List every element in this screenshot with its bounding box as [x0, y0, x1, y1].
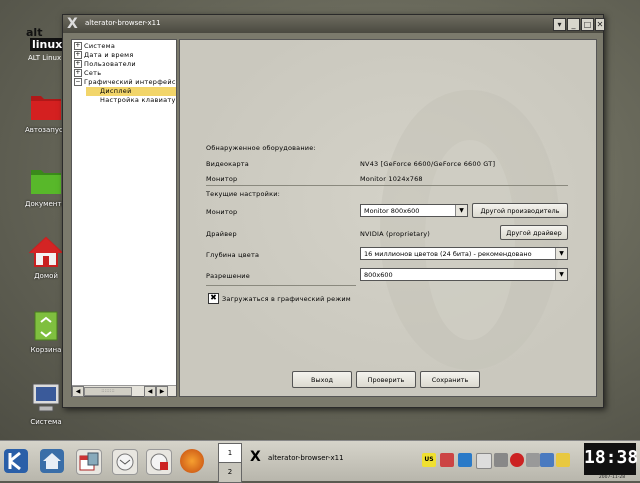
save-button[interactable]: Сохранить: [420, 371, 480, 388]
close-button[interactable]: ✕: [595, 18, 605, 31]
tree-item-keyboard[interactable]: Настройка клавиатуры: [100, 96, 176, 105]
tree-item-label: Дисплей: [100, 87, 132, 95]
display-settings-panel: Обнаруженное оборудование: Видеокарта NV…: [179, 39, 597, 397]
computer-icon: [29, 382, 63, 414]
current-settings-heading: Текущие настройки:: [206, 190, 281, 198]
kde-menu-icon[interactable]: [4, 449, 28, 473]
calendar-icon[interactable]: [76, 449, 102, 475]
alt-linux-logo[interactable]: alt linux ALT Linux: [18, 20, 66, 62]
tree-item-network[interactable]: + Сеть: [72, 69, 101, 78]
expand-icon[interactable]: +: [74, 60, 82, 68]
tree-item-system[interactable]: + Система: [72, 42, 115, 51]
expand-icon[interactable]: +: [74, 42, 82, 50]
detected-hardware-heading: Обнаруженное оборудование:: [206, 144, 316, 152]
color-depth-select-value: 16 миллионов цветов (24 бита) - рекоменд…: [364, 250, 532, 258]
color-depth-select[interactable]: 16 миллионов цветов (24 бита) - рекоменд…: [360, 247, 568, 260]
videocard-value: NV43 [GeForce 6600/GeForce 6600 GT]: [360, 160, 496, 168]
expand-icon[interactable]: +: [74, 51, 82, 59]
desktop-icon-label: Документы: [25, 200, 67, 208]
window-titlebar[interactable]: X alterator-browser-x11 ▾ _ □ ✕: [63, 15, 605, 33]
window-menu-button[interactable]: ▾: [553, 18, 566, 31]
desktop-icon-label: Автозапуск: [24, 126, 68, 134]
maximize-button[interactable]: □: [581, 18, 594, 31]
monitor-select[interactable]: Monitor 800x600 ▼: [360, 204, 468, 217]
window-content: + Система + Дата и время + Пользователи + Се…: [63, 33, 603, 407]
logo-caption: ALT Linux: [28, 54, 62, 62]
alterator-window: X alterator-browser-x11 ▾ _ □ ✕ + Система…: [62, 14, 605, 408]
sound-icon[interactable]: [494, 453, 508, 467]
tree-item-gui[interactable]: − Графический интерфейс: [72, 78, 176, 87]
tree-item-label: Настройка клавиатуры: [100, 96, 176, 104]
module-tree: + Система + Дата и время + Пользователи + Се…: [71, 39, 177, 397]
tree-item-label: Графический интерфейс: [84, 78, 176, 86]
other-driver-button[interactable]: Другой драйвер: [500, 225, 568, 240]
date: 2007-11-28: [598, 475, 626, 480]
scroll-left-icon[interactable]: ◀: [144, 386, 156, 397]
scroll-right-icon[interactable]: ▶: [156, 386, 168, 397]
monitor-value: Monitor 1024x768: [360, 175, 423, 183]
home-icon: [28, 236, 64, 268]
firefox-icon[interactable]: [180, 449, 204, 473]
tree-item-label: Пользователи: [84, 60, 136, 68]
pager-desktop-1[interactable]: 1: [218, 443, 242, 464]
desktop-icon-label: Домой: [34, 272, 58, 280]
clipboard-icon[interactable]: [476, 453, 492, 469]
other-vendor-button[interactable]: Другой производитель: [472, 203, 568, 218]
x-logo-icon: X: [250, 449, 261, 465]
scroll-thumb[interactable]: ::::::::: [84, 387, 132, 396]
tree-horizontal-scrollbar[interactable]: ◀ :::::::: ◀ ▶: [72, 385, 176, 397]
download-icon[interactable]: [458, 453, 472, 467]
dropdown-arrow-icon[interactable]: ▼: [555, 248, 567, 259]
bluetooth-icon[interactable]: [526, 453, 540, 467]
resolution-select-value: 800x600: [364, 271, 393, 279]
notes-icon[interactable]: [556, 453, 570, 467]
check-button[interactable]: Проверить: [356, 371, 416, 388]
network-icon[interactable]: [146, 449, 172, 475]
desktop-icon-label: Система: [30, 418, 62, 426]
red-folder-icon: [29, 90, 63, 122]
resolution-label: Разрешение: [206, 272, 250, 280]
tree-item-label: Дата и время: [84, 51, 134, 59]
divider: [206, 285, 356, 286]
tools-icon[interactable]: [440, 453, 454, 467]
monitor-select-value: Monitor 800x600: [364, 207, 420, 215]
taskbar-task-alterator[interactable]: X alterator-browser-x11: [248, 445, 408, 477]
window-title: alterator-browser-x11: [85, 19, 161, 27]
exit-button[interactable]: Выход: [292, 371, 352, 388]
task-title: alterator-browser-x11: [268, 454, 344, 462]
color-depth-label: Глубина цвета: [206, 251, 260, 259]
logo-text-linux: linux: [30, 38, 65, 51]
tree-item-label: Система: [84, 42, 116, 50]
current-monitor-label: Монитор: [206, 208, 238, 216]
expand-icon[interactable]: +: [74, 69, 82, 77]
dropdown-arrow-icon[interactable]: ▼: [555, 269, 567, 280]
scroll-left-icon[interactable]: ◀: [72, 386, 84, 397]
tree-item-datetime[interactable]: + Дата и время: [72, 51, 134, 60]
driver-label: Драйвер: [206, 230, 237, 238]
app-icon[interactable]: [540, 453, 554, 467]
taskbar: 1 2 X alterator-browser-x11 US 18:38 200…: [0, 440, 640, 483]
dropdown-arrow-icon[interactable]: ▼: [455, 205, 467, 216]
desktop-icon-label: Корзина: [30, 346, 62, 354]
driver-value: NVIDIA (proprietary): [360, 230, 431, 238]
graphical-boot-checkbox[interactable]: ✖: [208, 293, 219, 304]
videocard-label: Видеокарта: [206, 160, 249, 168]
trash-icon: [29, 310, 63, 342]
tree-item-display[interactable]: Дисплей: [86, 87, 176, 96]
mail-icon[interactable]: [112, 449, 138, 475]
minimize-button[interactable]: _: [567, 18, 580, 31]
keyboard-layout-indicator[interactable]: US: [422, 453, 436, 467]
home-folder-icon[interactable]: [40, 449, 64, 473]
clock[interactable]: 18:38: [584, 443, 638, 475]
green-folder-icon: [29, 164, 63, 196]
x-logo-icon: X: [67, 16, 78, 32]
no-network-icon[interactable]: [510, 453, 524, 467]
tree-item-label: Сеть: [84, 69, 102, 77]
collapse-icon[interactable]: −: [74, 78, 82, 86]
divider: [206, 185, 568, 186]
monitor-label: Монитор: [206, 175, 238, 183]
resolution-select[interactable]: 800x600 ▼: [360, 268, 568, 281]
graphical-boot-label[interactable]: Загружаться в графический режим: [222, 295, 351, 303]
tree-item-users[interactable]: + Пользователи: [72, 60, 136, 69]
